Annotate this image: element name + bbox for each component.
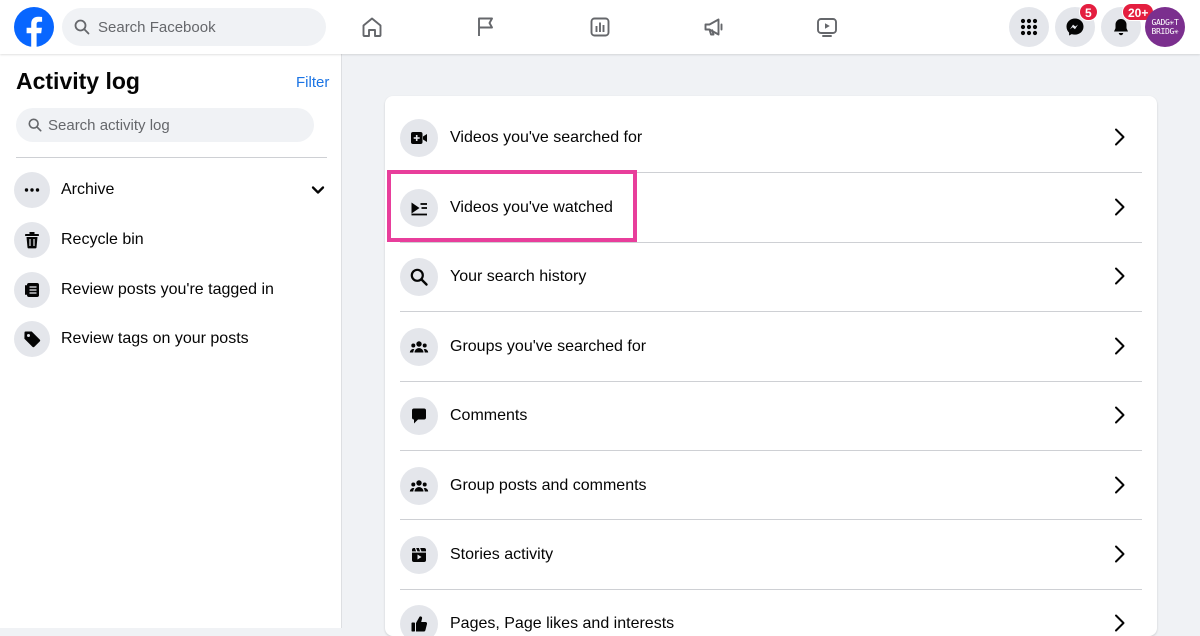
comment-icon xyxy=(400,396,438,435)
chevron-right-icon xyxy=(1115,476,1125,494)
row-label: Groups you've searched for xyxy=(450,337,647,355)
trash-icon xyxy=(14,222,50,258)
avatar-text-line2: BRIDG✳ xyxy=(1151,27,1179,36)
row-stories-activity[interactable]: Stories activity xyxy=(400,520,1142,589)
video-play-icon xyxy=(817,18,837,37)
activity-log-search-input[interactable] xyxy=(48,116,298,134)
tagged-posts-icon xyxy=(14,272,50,308)
facebook-search-box[interactable] xyxy=(62,8,326,46)
flag-icon xyxy=(478,17,493,36)
avatar-text-line1: GADG✳T xyxy=(1151,18,1179,27)
row-videos-searched[interactable]: Videos you've searched for xyxy=(400,103,1142,172)
apps-grid-icon xyxy=(1020,18,1038,36)
row-group-posts-comments[interactable]: Group posts and comments xyxy=(400,451,1142,520)
search-icon xyxy=(74,19,90,35)
row-label: Comments xyxy=(450,406,528,424)
profile-avatar[interactable]: GADG✳T BRIDG✳ xyxy=(1145,7,1185,47)
sidebar-item-review-tags[interactable]: Review tags on your posts xyxy=(14,317,330,361)
row-groups-searched[interactable]: Groups you've searched for xyxy=(400,312,1142,381)
sidebar-item-recycle-bin[interactable]: Recycle bin xyxy=(14,218,330,262)
groups-icon xyxy=(400,327,438,366)
chart-icon xyxy=(590,17,610,37)
video-watched-icon xyxy=(400,188,438,227)
row-label: Group posts and comments xyxy=(450,476,647,494)
row-pages-likes-interests[interactable]: Pages, Page likes and interests xyxy=(400,589,1142,636)
sidebar-item-review-tagged-posts[interactable]: Review posts you're tagged in xyxy=(14,268,330,312)
sidebar-divider xyxy=(16,157,327,158)
facebook-search-input[interactable] xyxy=(98,18,308,36)
ads-tab[interactable] xyxy=(698,11,730,43)
chevron-right-icon xyxy=(1115,267,1125,285)
sidebar-item-label: Recycle bin xyxy=(61,231,144,248)
video-search-icon xyxy=(400,118,438,157)
tag-icon xyxy=(14,321,50,357)
chevron-right-icon xyxy=(1115,406,1125,424)
sidebar-item-label: Review tags on your posts xyxy=(61,330,249,347)
messenger-button[interactable]: 5 xyxy=(1055,3,1098,47)
like-icon xyxy=(400,604,438,636)
filter-link[interactable]: Filter xyxy=(296,74,329,91)
row-label: Stories activity xyxy=(450,545,554,563)
row-label: Videos you've watched xyxy=(450,198,613,216)
notifications-button[interactable]: 20+ xyxy=(1101,3,1155,47)
chevron-right-icon xyxy=(1115,545,1125,563)
home-tab[interactable] xyxy=(356,11,388,43)
sidebar-title: Activity log xyxy=(16,68,140,94)
sidebar-item-archive[interactable]: Archive xyxy=(14,168,330,212)
insights-tab[interactable] xyxy=(584,11,616,43)
stories-icon xyxy=(400,535,438,574)
activity-categories-card: Videos you've searched for Videos you've… xyxy=(385,96,1157,636)
menu-button[interactable] xyxy=(1009,7,1049,47)
groups-icon xyxy=(400,466,438,505)
chevron-down-icon[interactable] xyxy=(308,180,328,200)
row-label: Your search history xyxy=(450,267,587,285)
home-icon xyxy=(362,17,382,37)
video-tab[interactable] xyxy=(811,11,843,43)
sidebar-item-label: Review posts you're tagged in xyxy=(61,281,274,298)
chevron-right-icon xyxy=(1115,128,1125,146)
pages-tab[interactable] xyxy=(470,11,502,43)
activity-log-search-box[interactable] xyxy=(16,108,314,142)
chevron-right-icon xyxy=(1115,614,1125,632)
facebook-logo-icon[interactable] xyxy=(14,7,54,47)
activity-log-sidebar: Activity log Filter Archive Recycle xyxy=(0,54,342,628)
row-comments[interactable]: Comments xyxy=(400,381,1142,450)
messenger-icon xyxy=(1066,18,1084,36)
more-icon xyxy=(14,172,50,208)
chevron-right-icon xyxy=(1115,198,1125,216)
sidebar-item-label: Archive xyxy=(61,181,115,198)
row-search-history[interactable]: Your search history xyxy=(400,242,1142,311)
search-icon xyxy=(400,257,438,296)
search-icon xyxy=(28,118,42,132)
top-navigation-bar: 5 20+ GADG✳T BRIDG✳ xyxy=(0,0,1200,54)
chevron-right-icon xyxy=(1115,337,1125,355)
megaphone-icon xyxy=(704,18,723,36)
row-label: Pages, Page likes and interests xyxy=(450,614,675,632)
row-label: Videos you've searched for xyxy=(450,128,643,146)
messenger-badge: 5 xyxy=(1079,3,1098,21)
row-videos-watched[interactable]: Videos you've watched xyxy=(400,173,1142,242)
